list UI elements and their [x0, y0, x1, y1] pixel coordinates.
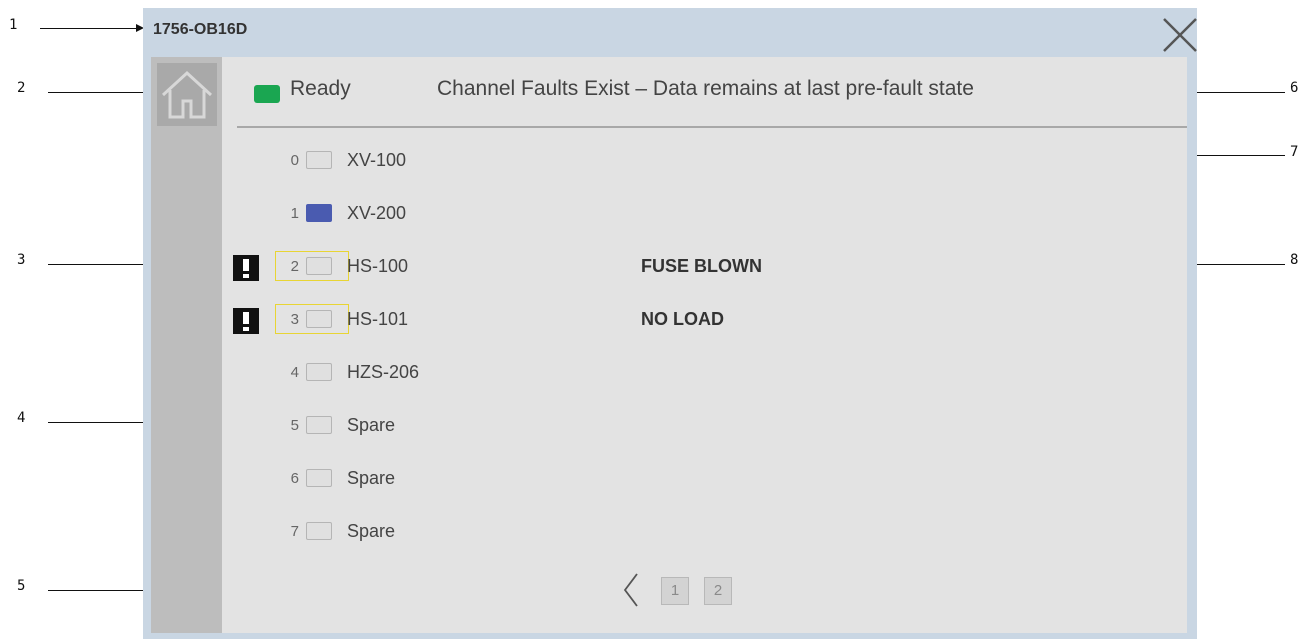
channel-number: 4 [290, 364, 299, 381]
channel-number: 0 [290, 152, 299, 169]
channel-indicator [306, 522, 332, 540]
channel-fault-text: NO LOAD [641, 309, 724, 329]
faceplate-window: 1756-OB16D Ready Channel Faults Exist – … [143, 8, 1197, 639]
channel-indicator [306, 257, 332, 275]
callout-5: 5 [17, 578, 26, 594]
callout-2: 2 [17, 80, 26, 96]
callout-7: 7 [1290, 144, 1299, 160]
status-text: Ready [290, 77, 351, 100]
callout-8: 8 [1290, 252, 1299, 268]
channel-name: Spare [347, 468, 396, 488]
status-indicator [254, 85, 280, 103]
callout-1: 1 [9, 17, 18, 33]
page-button-2[interactable]: 2 [704, 577, 732, 605]
fault-message: Channel Faults Exist – Data remains at l… [437, 77, 974, 100]
channel-name: HS-101 [347, 309, 409, 329]
divider [237, 126, 1187, 128]
callout-line-1 [40, 28, 136, 29]
channel-name: Spare [347, 415, 396, 435]
channel-row: 5 Spare [151, 412, 1187, 442]
channel-name: HZS-206 [347, 362, 420, 382]
channel-indicator [306, 310, 332, 328]
channel-indicator [306, 469, 332, 487]
channel-fault-text: FUSE BLOWN [641, 256, 762, 276]
channel-name: XV-200 [347, 203, 407, 223]
channel-row: 2 HS-100 FUSE BLOWN [151, 251, 1187, 283]
channel-row: 7 Spare [151, 518, 1187, 548]
channel-number: 3 [290, 311, 299, 328]
callout-3: 3 [17, 252, 26, 268]
channel-row: 0 XV-100 [151, 147, 1187, 177]
home-icon [161, 70, 213, 119]
channel-row: 4 HZS-206 [151, 359, 1187, 389]
page-button-1[interactable]: 1 [661, 577, 689, 605]
channel-indicator [306, 204, 332, 222]
callout-6: 6 [1290, 80, 1299, 96]
window-title: 1756-OB16D [153, 21, 248, 38]
channel-number: 6 [290, 470, 299, 487]
main-panel: Ready Channel Faults Exist – Data remain… [151, 57, 1187, 633]
channel-name: XV-100 [347, 150, 407, 170]
channel-indicator [306, 416, 332, 434]
callout-4: 4 [17, 410, 26, 426]
channel-indicator [306, 151, 332, 169]
channel-name: HS-100 [347, 256, 409, 276]
close-icon[interactable] [1161, 16, 1199, 54]
channel-name: Spare [347, 521, 396, 541]
channel-number: 1 [290, 205, 299, 222]
channel-row: 3 HS-101 NO LOAD [151, 304, 1187, 336]
exclamation-icon [233, 308, 259, 334]
channel-number: 5 [290, 417, 299, 434]
home-button[interactable] [157, 63, 217, 126]
channel-number: 7 [290, 523, 299, 540]
channel-indicator [306, 363, 332, 381]
chevron-left-icon[interactable] [621, 572, 641, 608]
channel-row: 6 Spare [151, 465, 1187, 495]
exclamation-icon [233, 255, 259, 281]
channel-row: 1 XV-200 [151, 200, 1187, 230]
channel-number: 2 [290, 258, 299, 275]
